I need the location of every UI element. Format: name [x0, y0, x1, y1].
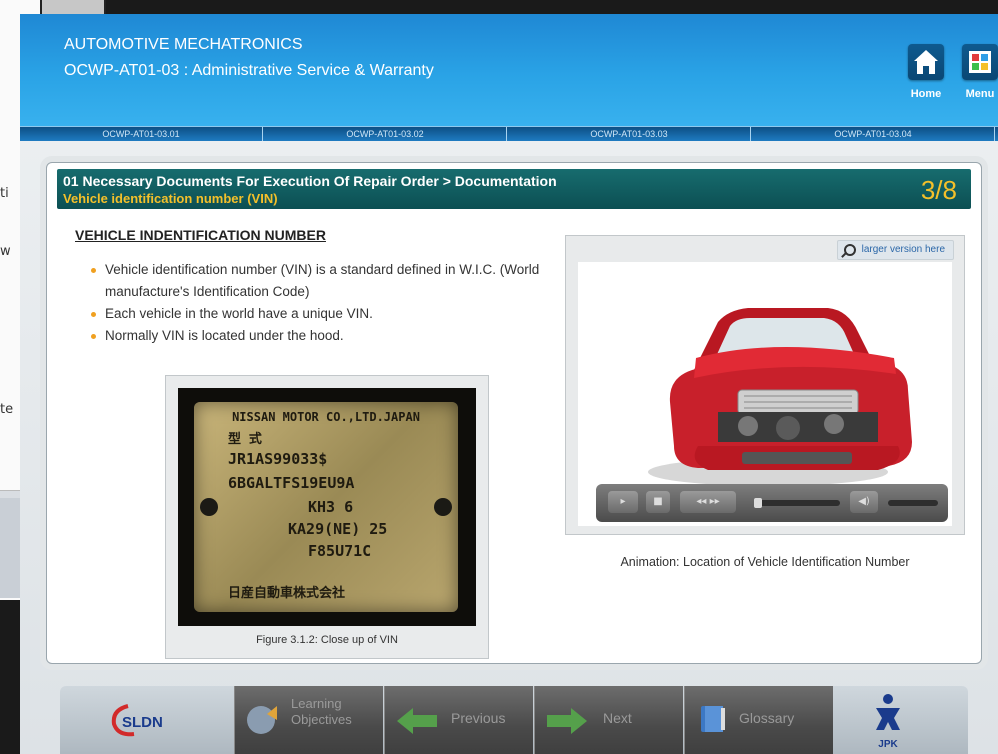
- app-header: AUTOMOTIVE MECHATRONICS OCWP-AT01-03 : A…: [20, 14, 998, 126]
- video-player-controls: ▸ ■ ◂◂ ▸▸ ◀): [596, 484, 948, 522]
- previous-label: Previous: [451, 710, 506, 726]
- jpk-logo: JPK: [868, 692, 908, 750]
- tab-topic-2[interactable]: OCWP-AT01-03.02: [264, 127, 507, 141]
- next-button[interactable]: Next: [534, 686, 683, 754]
- topic-tab-bar: OCWP-AT01-03.01 OCWP-AT01-03.02 OCWP-AT0…: [20, 126, 998, 141]
- vin-plate-line: JR1AS99033$: [228, 450, 328, 468]
- lesson-content-panel: 01 Necessary Documents For Execution Of …: [46, 162, 982, 664]
- previous-button[interactable]: Previous: [384, 686, 533, 754]
- bullet-item: Normally VIN is located under the hood.: [91, 325, 561, 347]
- bottom-navigation: SLDN Learning Objectives Previous Next G…: [60, 686, 968, 754]
- figure-caption: Figure 3.1.2: Close up of VIN: [256, 634, 398, 646]
- learning-objectives-label-line1: Learning: [291, 696, 342, 711]
- bullet-item: Vehicle identification number (VIN) is a…: [91, 259, 561, 303]
- background-text-fragment: w: [0, 244, 11, 259]
- course-title: AUTOMOTIVE MECHATRONICS: [64, 36, 303, 53]
- lesson-subtitle: Vehicle identification number (VIN): [63, 191, 278, 206]
- animation-caption: Animation: Location of Vehicle Identific…: [620, 555, 910, 569]
- animation-stage[interactable]: ▸ ■ ◂◂ ▸▸ ◀): [578, 262, 952, 526]
- learning-objectives-label: Learning Objectives: [291, 696, 352, 728]
- vin-plate-line: 型 式: [228, 432, 262, 447]
- sldn-logo: SLDN: [108, 700, 178, 740]
- magnifier-icon: [843, 244, 856, 256]
- breadcrumb: 01 Necessary Documents For Execution Of …: [63, 173, 557, 189]
- home-label: Home: [910, 88, 942, 100]
- background-text-fragment: ti: [0, 186, 9, 201]
- tab-topic-4[interactable]: OCWP-AT01-03.04: [752, 127, 995, 141]
- vin-figure: NISSAN MOTOR CO.,LTD.JAPAN 型 式 JR1AS9903…: [165, 375, 489, 659]
- vin-plate-line: F85U71C: [308, 542, 372, 560]
- step-icon[interactable]: ◂◂ ▸▸: [680, 491, 736, 513]
- learning-objectives-icon: [247, 706, 277, 734]
- vin-plate-line: NISSAN MOTOR CO.,LTD.JAPAN: [232, 410, 420, 424]
- sldn-logo-text: SLDN: [122, 714, 163, 731]
- background-text-fragment: te: [0, 402, 14, 417]
- bullet-list: Vehicle identification number (VIN) is a…: [91, 259, 561, 347]
- stop-icon[interactable]: ■: [646, 491, 670, 513]
- vin-plate-line: KA29(NE) 25: [288, 520, 388, 538]
- glossary-button[interactable]: Glossary: [684, 686, 833, 754]
- module-title: OCWP-AT01-03 : Administrative Service & …: [64, 62, 434, 79]
- next-label: Next: [603, 710, 632, 726]
- larger-version-label: larger version here: [861, 244, 945, 255]
- home-icon: [908, 44, 944, 80]
- menu-grid-icon: [962, 44, 998, 80]
- animation-panel: larger version here ▸ ■ ◂◂ ▸▸ ◀): [565, 235, 965, 535]
- learning-objectives-button[interactable]: Learning Objectives: [234, 686, 383, 754]
- vin-plate-line: 6BGALTFS19EU9A: [228, 474, 355, 492]
- vin-plate-line: KH3 6: [308, 498, 354, 516]
- tab-topic-3[interactable]: OCWP-AT01-03.03: [508, 127, 751, 141]
- volume-icon[interactable]: ◀): [850, 491, 878, 513]
- arrow-left-icon: [397, 708, 437, 734]
- bullet-item: Each vehicle in the world have a unique …: [91, 303, 561, 325]
- page-indicator: 3/8: [920, 175, 957, 205]
- volume-slider[interactable]: [888, 500, 938, 506]
- menu-label: Menu: [965, 88, 995, 100]
- section-heading: VEHICLE INDENTIFICATION NUMBER: [75, 227, 326, 243]
- vin-plate: NISSAN MOTOR CO.,LTD.JAPAN 型 式 JR1AS9903…: [194, 402, 458, 612]
- learning-objectives-label-line2: Objectives: [291, 712, 352, 727]
- jpk-logo-text: JPK: [878, 739, 898, 750]
- arrow-right-icon: [547, 708, 587, 734]
- home-button[interactable]: Home: [904, 44, 948, 110]
- vin-closeup-photo: NISSAN MOTOR CO.,LTD.JAPAN 型 式 JR1AS9903…: [178, 388, 476, 626]
- seek-thumb[interactable]: [754, 498, 762, 508]
- vin-plate-line: 日産自動車株式会社: [228, 586, 346, 601]
- courseware-window: AUTOMOTIVE MECHATRONICS OCWP-AT01-03 : A…: [20, 14, 998, 754]
- play-icon[interactable]: ▸: [608, 491, 638, 513]
- larger-version-link[interactable]: larger version here: [836, 240, 954, 260]
- book-icon: [701, 706, 725, 732]
- lesson-title-bar: 01 Necessary Documents For Execution Of …: [57, 169, 971, 209]
- glossary-label: Glossary: [739, 710, 795, 726]
- seek-slider[interactable]: [754, 498, 840, 508]
- tab-topic-1[interactable]: OCWP-AT01-03.01: [20, 127, 263, 141]
- menu-button[interactable]: Menu: [958, 44, 998, 110]
